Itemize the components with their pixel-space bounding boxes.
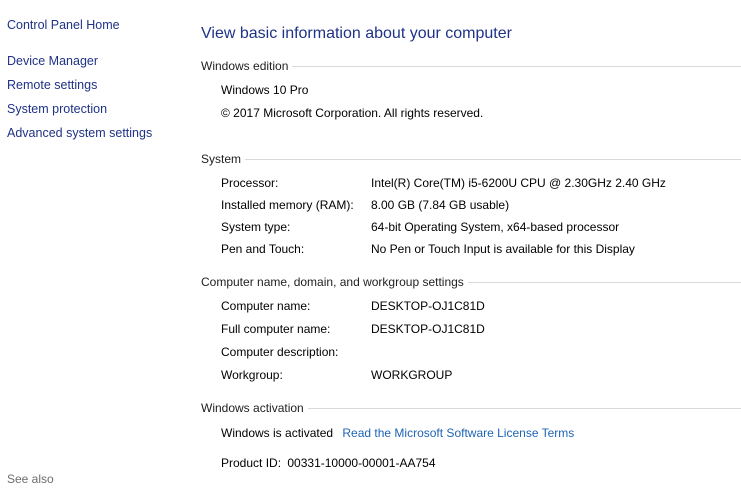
- sidebar-item-system-protection[interactable]: System protection: [7, 102, 107, 116]
- activation-row: Windows is activated Read the Microsoft …: [221, 426, 574, 440]
- activation-status: Windows is activated: [221, 426, 334, 440]
- computer-name-label: Computer name:: [221, 299, 311, 313]
- computer-description-label: Computer description:: [221, 345, 339, 359]
- full-computer-name-label: Full computer name:: [221, 322, 331, 336]
- section-header-label: Computer name, domain, and workgroup set…: [201, 275, 464, 289]
- section-computer-name: Computer name, domain, and workgroup set…: [201, 274, 741, 290]
- see-also-label: See also: [7, 472, 54, 486]
- section-header-label: System: [201, 152, 242, 166]
- system-type-value: 64-bit Operating System, x64-based proce…: [371, 220, 620, 234]
- pen-touch-value: No Pen or Touch Input is available for t…: [371, 242, 635, 256]
- windows-edition-value: Windows 10 Pro: [221, 83, 309, 97]
- processor-value: Intel(R) Core(TM) i5-6200U CPU @ 2.30GHz…: [371, 176, 666, 190]
- workgroup-value: WORKGROUP: [371, 368, 453, 382]
- product-id-value: 00331-10000-00001-AA754: [287, 456, 436, 470]
- section-windows-edition: Windows edition: [201, 58, 741, 74]
- sidebar-item-device-manager[interactable]: Device Manager: [7, 54, 98, 68]
- product-id-row: Product ID: 00331-10000-00001-AA754: [221, 456, 436, 470]
- page-title: View basic information about your comput…: [201, 25, 512, 42]
- sidebar: Control Panel Home Device Manager Remote…: [0, 0, 190, 489]
- section-system: System: [201, 151, 741, 167]
- section-windows-activation: Windows activation: [201, 400, 741, 416]
- section-divider: [292, 65, 741, 67]
- sidebar-item-remote-settings[interactable]: Remote settings: [7, 78, 97, 92]
- license-terms-link[interactable]: Read the Microsoft Software License Term…: [342, 426, 574, 440]
- workgroup-label: Workgroup:: [221, 368, 283, 382]
- copyright-text: © 2017 Microsoft Corporation. All rights…: [221, 106, 484, 120]
- sidebar-item-advanced-system-settings[interactable]: Advanced system settings: [7, 126, 152, 140]
- system-type-label: System type:: [221, 220, 291, 234]
- section-divider: [245, 158, 741, 160]
- full-computer-name-value: DESKTOP-OJ1C81D: [371, 322, 485, 336]
- section-header-label: Windows activation: [201, 401, 304, 415]
- installed-memory-value: 8.00 GB (7.84 GB usable): [371, 198, 510, 212]
- installed-memory-label: Installed memory (RAM):: [221, 198, 354, 212]
- processor-label: Processor:: [221, 176, 279, 190]
- section-divider: [467, 281, 741, 283]
- control-panel-home-link[interactable]: Control Panel Home: [7, 18, 120, 32]
- product-id-label: Product ID:: [221, 456, 282, 470]
- section-divider: [307, 407, 741, 409]
- section-header-label: Windows edition: [201, 59, 289, 73]
- pen-touch-label: Pen and Touch:: [221, 242, 305, 256]
- computer-name-value: DESKTOP-OJ1C81D: [371, 299, 485, 313]
